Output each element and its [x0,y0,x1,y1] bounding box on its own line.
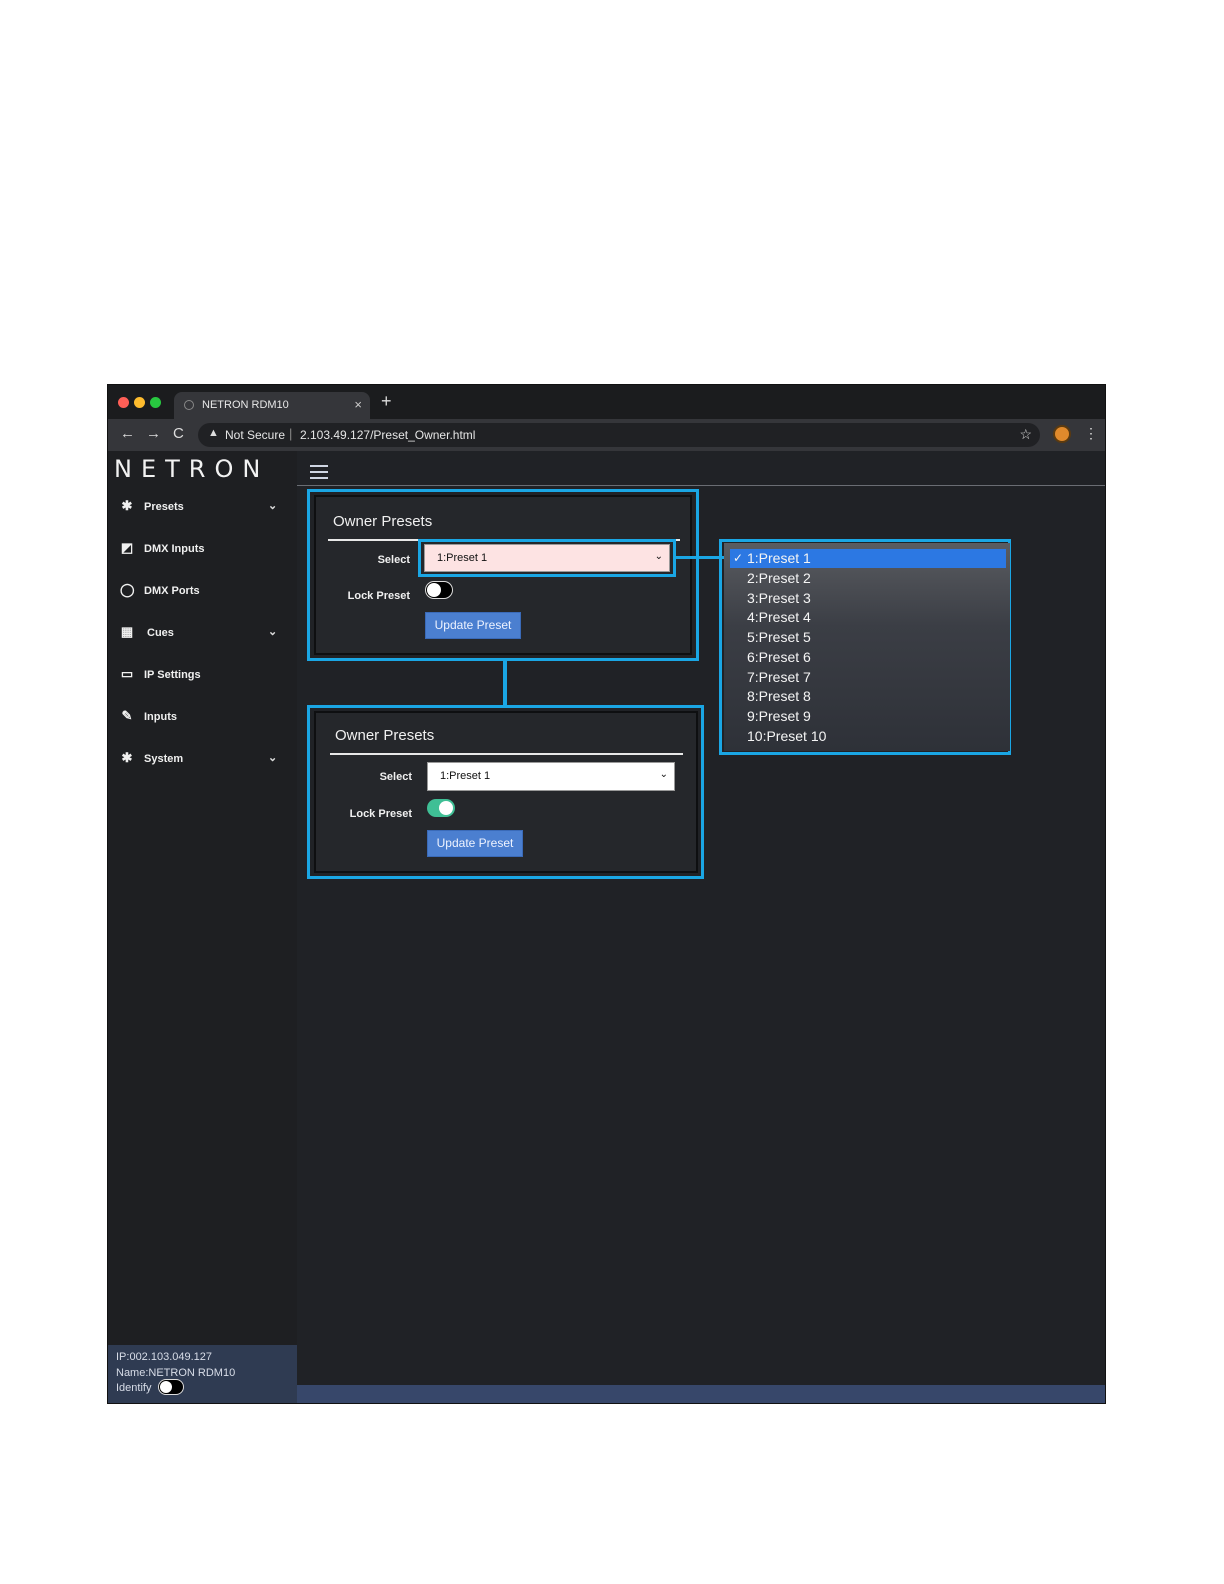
browser-toolbar: ← → C ▲ Not Secure | 2.103.49.127/Preset… [108,419,1105,451]
sidebar-item-cues[interactable]: ▦ Cues ⌄ [108,619,297,649]
gear-icon: ✱ [121,750,133,765]
sidebar-item-system[interactable]: ✱ System ⌄ [108,745,297,775]
netron-logo: NETRON [114,455,270,483]
sidebar-item-label: System [144,753,184,765]
chevron-down-icon: ⌄ [268,500,278,512]
address-bar[interactable]: ▲ Not Secure | 2.103.49.127/Preset_Owner… [198,423,1040,447]
new-tab-button[interactable]: + [381,391,392,412]
dropdown-option[interactable]: 9:Preset 9 [730,707,1006,726]
close-window-button[interactable] [118,397,129,408]
preset-select-value: 1:Preset 1 [440,770,491,782]
identify-toggle[interactable] [158,1379,184,1395]
panel-title-rule [330,753,683,755]
sidebar-item-dmx-inputs[interactable]: ◩ DMX Inputs [108,535,297,565]
owner-presets-panel-locked: Owner Presets Select 1:Preset 1 ⌄ Lock P… [314,711,698,873]
dropdown-option[interactable]: ✓ 1:Preset 1 [730,549,1006,568]
sidebar: NETRON ✱ Presets ⌄ ◩ DMX Inputs ◯ DMX Po… [108,451,297,1403]
panel-title: Owner Presets [335,727,435,744]
preset-select-value: 1:Preset 1 [437,552,488,564]
pencil-square-icon: ◩ [120,540,134,555]
select-label: Select [379,771,412,783]
device-ip: IP:002.103.049.127 [116,1351,213,1363]
dropdown-option[interactable]: 2:Preset 2 [730,569,1006,588]
plug-icon: ✎ [121,708,133,723]
identify-label: Identify [116,1382,152,1394]
chevron-down-icon: ⌄ [268,626,278,638]
tab-title: NETRON RDM10 [202,399,289,411]
not-secure-label[interactable]: Not Secure [225,428,285,442]
sidebar-item-inputs[interactable]: ✎ Inputs [108,703,297,733]
film-icon: ▦ [120,624,134,639]
update-preset-button[interactable]: Update Preset [425,612,521,639]
browser-tab[interactable]: NETRON RDM10 × [174,392,370,419]
connector-line [676,556,724,559]
browser-window: NETRON RDM10 × + ← → C ▲ Not Secure | 2.… [108,385,1105,1403]
favicon-icon [184,400,194,410]
reload-icon[interactable]: C [173,425,184,442]
forward-icon[interactable]: → [146,425,161,442]
update-preset-button[interactable]: Update Preset [427,830,523,857]
dropdown-option[interactable]: 8:Preset 8 [730,687,1006,706]
preset-select[interactable]: 1:Preset 1 ⌄ [424,544,670,572]
footer-bar [297,1385,1105,1403]
sidebar-item-label: DMX Inputs [144,543,205,555]
sidebar-item-presets[interactable]: ✱ Presets ⌄ [108,493,297,523]
url-text[interactable]: 2.103.49.127/Preset_Owner.html [300,428,475,442]
connector-line [503,661,507,705]
lock-preset-label: Lock Preset [349,808,412,820]
url-separator: | [289,426,293,441]
gear-icon: ✱ [121,498,133,513]
select-label: Select [377,554,410,566]
circle-icon: ◯ [120,582,135,597]
minimize-window-button[interactable] [134,397,145,408]
dropdown-option[interactable]: 6:Preset 6 [730,648,1006,667]
sidebar-item-dmx-ports[interactable]: ◯ DMX Ports [108,577,297,607]
device-info: IP:002.103.049.127 Name:NETRON RDM10 Ide… [108,1345,297,1403]
preset-dropdown-list: ✓ 1:Preset 1 2:Preset 2 3:Preset 3 4:Pre… [724,543,1010,751]
dropdown-option[interactable]: 7:Preset 7 [730,668,1006,687]
dropdown-option[interactable]: 4:Preset 4 [730,608,1006,627]
preset-select[interactable]: 1:Preset 1 ⌄ [427,762,675,791]
warning-icon: ▲ [208,427,219,439]
back-icon[interactable]: ← [120,425,135,442]
sidebar-item-label: Cues [147,627,174,639]
sidebar-item-label: Inputs [144,711,177,723]
device-name: Name:NETRON RDM10 [116,1367,236,1379]
lock-preset-toggle[interactable] [427,799,455,817]
chevron-down-icon: ⌄ [268,752,278,764]
dropdown-option[interactable]: 5:Preset 5 [730,628,1006,647]
chevron-down-icon: ⌄ [659,769,668,780]
dropdown-option[interactable]: 3:Preset 3 [730,589,1006,608]
tab-close-icon[interactable]: × [354,397,362,412]
extension-icon[interactable] [1053,425,1071,443]
lock-preset-label: Lock Preset [347,590,410,602]
sidebar-item-label: Presets [144,501,184,513]
laptop-icon: ▭ [120,666,134,681]
hamburger-menu-icon[interactable] [310,465,328,479]
sidebar-item-ip-settings[interactable]: ▭ IP Settings [108,661,297,691]
bookmark-star-icon[interactable]: ☆ [1019,426,1032,443]
sidebar-item-label: DMX Ports [144,585,200,597]
maximize-window-button[interactable] [150,397,161,408]
chevron-down-icon: ⌄ [654,551,663,562]
checkmark-icon: ✓ [733,551,744,565]
panel-title: Owner Presets [333,513,433,530]
header-divider [297,485,1105,486]
sidebar-item-label: IP Settings [144,669,201,681]
lock-preset-toggle[interactable] [425,581,453,599]
browser-menu-icon[interactable]: ⋮ [1084,425,1098,442]
tab-bar: NETRON RDM10 × + [108,385,1105,419]
dropdown-option[interactable]: 10:Preset 10 [730,727,1006,746]
